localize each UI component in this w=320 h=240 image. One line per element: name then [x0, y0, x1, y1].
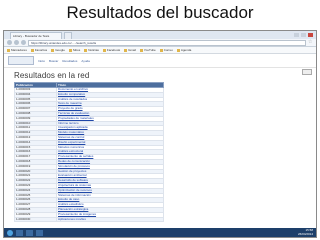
bookmark-label: Gmail	[128, 48, 136, 52]
row-id: 1-0000030	[14, 216, 57, 223]
results-table: Publicación Título 1-0000003 Documento en…	[14, 82, 164, 223]
page-action-button[interactable]	[302, 69, 312, 75]
bookmark-item[interactable]: Agenda	[176, 48, 192, 52]
header-links: Inicio Buscar Resultados Ayuda	[38, 59, 90, 63]
bookmark-icon	[30, 48, 34, 52]
taskbar: 15:58 26/04/2014	[4, 228, 316, 237]
new-tab-button[interactable]	[64, 32, 72, 39]
browser-screenshot: Library - Buscador de Tesis https://libr…	[3, 30, 317, 238]
bookmark-icon	[102, 48, 106, 52]
table-row: 1-0000030 Aplicaciones móviles	[14, 216, 164, 223]
bookmark-label: Correo	[163, 48, 173, 52]
start-button-icon[interactable]	[7, 229, 13, 236]
bookmark-item[interactable]: Facebook	[102, 48, 121, 52]
bookmark-label: Noticias	[88, 48, 99, 52]
bookmark-item[interactable]: Gmail	[124, 48, 136, 52]
window-controls	[294, 33, 316, 37]
back-icon[interactable]	[7, 40, 12, 45]
bookmark-label: Facebook	[106, 48, 121, 52]
slide-title: Resultados del buscador	[66, 3, 254, 22]
bookmark-item[interactable]: Google	[51, 48, 65, 52]
taskbar-app-icon[interactable]	[36, 229, 43, 236]
bookmark-item[interactable]: Favoritos	[30, 48, 48, 52]
close-icon[interactable]	[308, 33, 313, 37]
bookmark-label: Favoritos	[34, 48, 48, 52]
taskbar-app-icon[interactable]	[26, 229, 33, 236]
tab-bar: Library - Buscador de Tesis	[4, 31, 316, 39]
reload-icon[interactable]	[21, 40, 26, 45]
minimize-icon[interactable]	[294, 33, 299, 37]
bookmark-label: Google	[55, 48, 65, 52]
browser-tab[interactable]: Library - Buscador de Tesis	[10, 32, 62, 39]
address-bar: https://library.uniandes.edu.co/...../se…	[4, 39, 316, 47]
page-content: Inicio Buscar Resultados Ayuda Resultados e…	[4, 54, 316, 237]
url-input[interactable]: https://library.uniandes.edu.co/...../se…	[28, 39, 306, 46]
maximize-icon[interactable]	[301, 33, 306, 37]
bookmark-icon	[139, 48, 143, 52]
taskbar-app-icon[interactable]	[16, 229, 23, 236]
bookmark-icon	[84, 48, 88, 52]
header-link[interactable]: Resultados	[62, 59, 77, 63]
bookmark-item[interactable]: Noticias	[84, 48, 99, 52]
site-logo[interactable]	[8, 56, 34, 65]
bookmark-icon	[176, 48, 180, 52]
bookmark-item[interactable]: Sitios	[68, 48, 81, 52]
forward-icon[interactable]	[14, 40, 19, 45]
header-link[interactable]: Inicio	[38, 59, 45, 63]
bookmark-label: YouTube	[143, 48, 156, 52]
bookmarks-bar: Marcadores Favoritos Google Sitios Noticias F…	[4, 47, 316, 54]
site-header: Inicio Buscar Resultados Ayuda	[4, 54, 316, 68]
header-link[interactable]: Buscar	[49, 59, 58, 63]
header-link[interactable]: Ayuda	[81, 59, 89, 63]
bookmark-item[interactable]: Correo	[159, 48, 173, 52]
bookmark-icon	[159, 48, 163, 52]
bookmark-item[interactable]: Marcadores	[7, 48, 27, 52]
star-icon[interactable]: ☆	[308, 40, 313, 45]
bookmark-icon	[124, 48, 128, 52]
clock-date: 26/04/2014	[297, 231, 313, 236]
results-title: Resultados en la red	[14, 71, 90, 80]
row-title-link[interactable]: Aplicaciones móviles	[56, 216, 164, 223]
bookmark-label: Agenda	[180, 48, 192, 52]
bookmark-label: Sitios	[72, 48, 81, 52]
bookmark-label: Marcadores	[11, 48, 27, 52]
bookmark-icon	[68, 48, 72, 52]
system-tray-clock: 15:58 26/04/2014	[297, 228, 316, 236]
bookmark-icon	[7, 48, 10, 52]
bookmark-icon	[51, 48, 55, 52]
bookmark-item[interactable]: YouTube	[139, 48, 156, 52]
